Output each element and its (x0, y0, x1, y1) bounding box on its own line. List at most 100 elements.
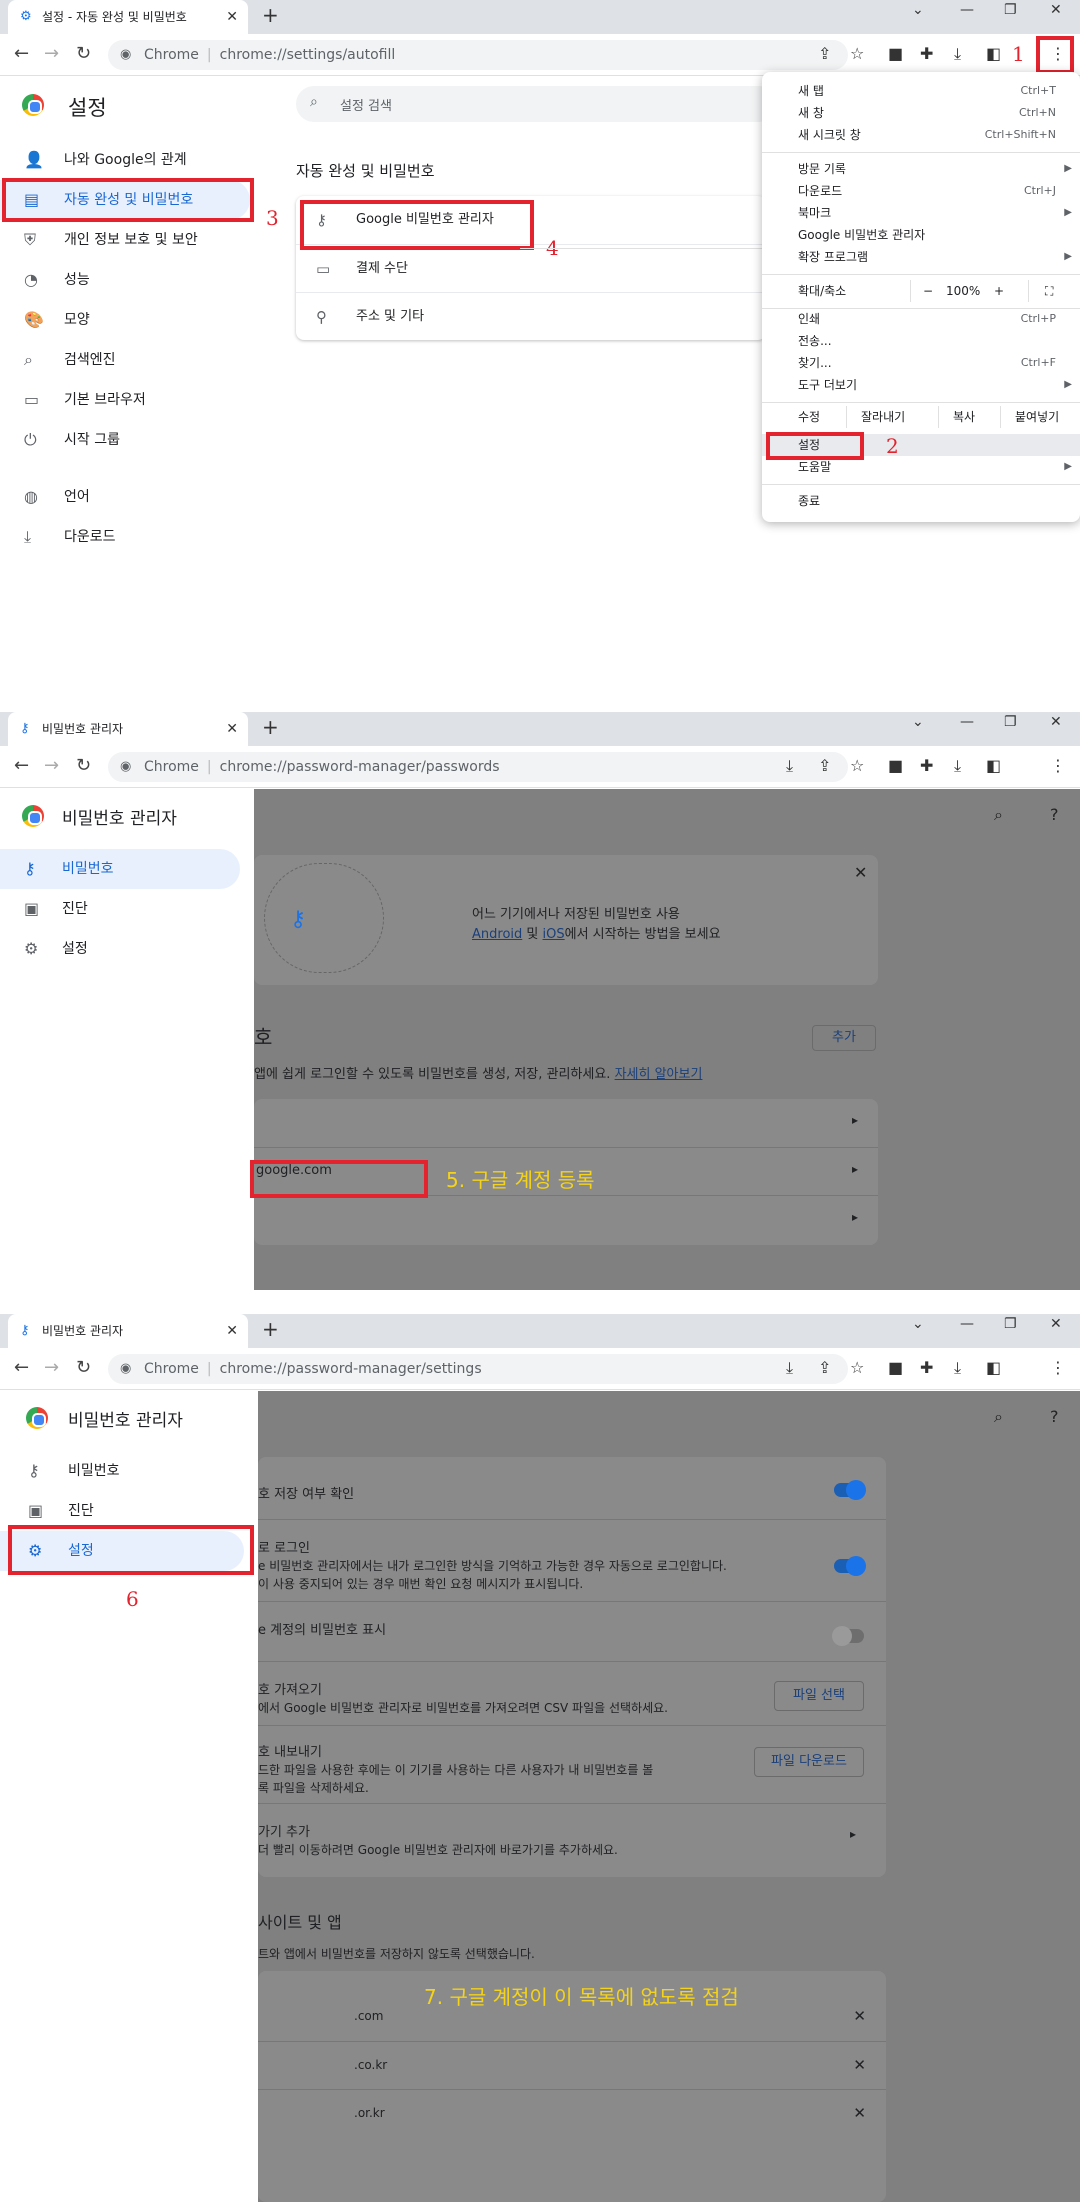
row-payment-methods[interactable]: ▭ 결제 수단 (296, 244, 766, 292)
close-tab-icon[interactable]: ✕ (226, 712, 238, 746)
extensions-icon[interactable]: ✚ (920, 1358, 933, 1377)
download-icon[interactable]: ⤓ (954, 756, 961, 776)
add-password-button[interactable]: 추가 (812, 1025, 876, 1051)
tab-search-icon[interactable]: ⌄ (912, 2, 924, 18)
share-icon[interactable]: ⇪ (818, 756, 831, 775)
restore-icon[interactable]: ❐ (1004, 2, 1017, 18)
back-icon[interactable]: ← (14, 1357, 29, 1378)
bookmark-star-icon[interactable]: ☆ (850, 756, 864, 775)
cut-button[interactable]: 잘라내기 (846, 406, 905, 428)
new-tab-icon[interactable]: + (262, 1317, 279, 1341)
menu-item-history[interactable]: 방문 기록 ▶ (762, 158, 1080, 180)
menu-item-new-tab[interactable]: 새 탭 Ctrl+T (762, 80, 1080, 102)
close-window-icon[interactable]: ✕ (1050, 1316, 1062, 1332)
new-tab-icon[interactable]: + (262, 715, 279, 739)
search-icon[interactable]: ⌕ (994, 805, 1003, 825)
fullscreen-icon[interactable]: ⛶ (1028, 280, 1053, 302)
bookmark-star-icon[interactable]: ☆ (850, 1358, 864, 1377)
back-icon[interactable]: ← (14, 43, 29, 64)
menu-item-new-window[interactable]: 새 창 Ctrl+N (762, 102, 1080, 124)
bookmark-star-icon[interactable]: ☆ (850, 44, 864, 63)
extensions-icon[interactable]: ✚ (920, 44, 933, 63)
offer-save-toggle[interactable] (834, 1480, 866, 1500)
sidebar-item-startup[interactable]: ⏻ 시작 그룹 (0, 420, 250, 460)
settings-search-input[interactable]: ⌕ 설정 검색 (296, 86, 776, 122)
restore-icon[interactable]: ❐ (1004, 714, 1017, 730)
menu-item-find[interactable]: 찾기... Ctrl+F (762, 352, 1080, 374)
sidebar-item-appearance[interactable]: 🎨 모양 (0, 300, 250, 340)
close-tab-icon[interactable]: ✕ (226, 0, 238, 34)
menu-item-downloads[interactable]: 다운로드 Ctrl+J (762, 180, 1080, 202)
zoom-out-button[interactable]: − (910, 280, 933, 302)
sidebar-item-settings[interactable]: ⚙ 설정 (0, 929, 240, 969)
sidebar-item-search-engine[interactable]: ⌕ 검색엔진 (0, 340, 250, 380)
password-row[interactable]: ▸ (254, 1099, 878, 1147)
menu-item-more-tools[interactable]: 도구 더보기 ▶ (762, 374, 1080, 396)
auto-signin-toggle[interactable] (834, 1556, 866, 1576)
side-panel-icon[interactable]: ◧ (986, 44, 1001, 63)
menu-item-password-manager[interactable]: Google 비밀번호 관리자 (762, 224, 1080, 246)
zoom-in-button[interactable]: + (994, 280, 1004, 302)
reload-icon[interactable]: ↻ (76, 755, 91, 776)
sidebar-item-downloads[interactable]: ⤓ 다운로드 (0, 517, 250, 557)
close-icon[interactable]: ✕ (854, 863, 867, 882)
forward-icon[interactable]: → (44, 43, 59, 64)
search-icon[interactable]: ⌕ (994, 1407, 1003, 1427)
menu-item-bookmarks[interactable]: 북마크 ▶ (762, 202, 1080, 224)
tab-search-icon[interactable]: ⌄ (912, 714, 924, 730)
learn-more-link[interactable]: 자세히 알아보기 (615, 1067, 703, 1082)
sidebar-item-privacy[interactable]: ⛨ 개인 정보 보호 및 보안 (0, 220, 250, 260)
menu-item-print[interactable]: 인쇄 Ctrl+P (762, 308, 1080, 330)
sidebar-item-checkup[interactable]: ▣ 진단 (0, 889, 240, 929)
reload-icon[interactable]: ↻ (76, 1357, 91, 1378)
tab-settings[interactable]: ⚙ 설정 - 자동 완성 및 비밀번호 ✕ (8, 0, 248, 34)
sidebar-item-performance[interactable]: ◔ 성능 (0, 260, 250, 300)
close-window-icon[interactable]: ✕ (1050, 714, 1062, 730)
row-addresses[interactable]: ⚲ 주소 및 기타 (296, 292, 766, 340)
password-row[interactable]: ▸ (254, 1195, 878, 1243)
tab-password-manager[interactable]: ⚷ 비밀번호 관리자 ✕ (8, 712, 248, 746)
tab-search-icon[interactable]: ⌄ (912, 1316, 924, 1332)
restore-icon[interactable]: ❐ (1004, 1316, 1017, 1332)
kebab-menu-icon[interactable]: ⋮ (1050, 1358, 1066, 1377)
address-bar[interactable]: ◉ Chrome | chrome://settings/autofill (108, 40, 848, 70)
choose-file-button[interactable]: 파일 선택 (774, 1681, 864, 1711)
download-icon[interactable]: ⤓ (954, 1358, 961, 1378)
download-file-button[interactable]: 파일 다운로드 (754, 1747, 864, 1777)
side-panel-icon[interactable]: ◧ (986, 1358, 1001, 1377)
menu-item-extensions[interactable]: 확장 프로그램 ▶ (762, 246, 1080, 268)
minimize-icon[interactable]: — (960, 2, 974, 18)
share-icon[interactable]: ⇪ (818, 44, 831, 63)
download-icon[interactable]: ⤓ (954, 44, 961, 64)
address-bar[interactable]: ◉ Chrome | chrome://password-manager/setti… (108, 1354, 848, 1384)
show-account-passwords-toggle[interactable] (832, 1626, 864, 1646)
tab-password-manager[interactable]: ⚷ 비밀번호 관리자 ✕ (8, 1314, 248, 1348)
close-tab-icon[interactable]: ✕ (226, 1314, 238, 1348)
chat-icon[interactable]: ■ (888, 44, 903, 63)
minimize-icon[interactable]: — (960, 714, 974, 730)
menu-item-incognito[interactable]: 새 시크릿 창 Ctrl+Shift+N (762, 124, 1080, 146)
chevron-right-icon[interactable]: ▸ (850, 1827, 856, 1841)
back-icon[interactable]: ← (14, 755, 29, 776)
help-icon[interactable]: ? (1050, 1407, 1059, 1426)
menu-item-exit[interactable]: 종료 (762, 490, 1080, 512)
new-tab-icon[interactable]: + (262, 3, 279, 27)
sidebar-item-passwords[interactable]: ⚷ 비밀번호 (0, 1451, 244, 1491)
paste-button[interactable]: 붙여넣기 (1000, 406, 1059, 428)
sidebar-item-passwords[interactable]: ⚷ 비밀번호 (0, 849, 240, 889)
extensions-icon[interactable]: ✚ (920, 756, 933, 775)
chat-icon[interactable]: ■ (888, 756, 903, 775)
remove-icon[interactable]: ✕ (853, 2007, 866, 2025)
side-panel-icon[interactable]: ◧ (986, 756, 1001, 775)
kebab-menu-icon[interactable]: ⋮ (1050, 756, 1066, 775)
chat-icon[interactable]: ■ (888, 1358, 903, 1377)
reload-icon[interactable]: ↻ (76, 43, 91, 64)
close-window-icon[interactable]: ✕ (1050, 2, 1062, 18)
sidebar-item-languages[interactable]: ◍ 언어 (0, 477, 250, 517)
forward-icon[interactable]: → (44, 1357, 59, 1378)
remove-icon[interactable]: ✕ (853, 2056, 866, 2074)
ios-link[interactable]: iOS (543, 927, 565, 942)
android-link[interactable]: Android (472, 927, 522, 942)
sidebar-item-google[interactable]: 👤 나와 Google의 관계 (0, 140, 250, 180)
share-icon[interactable]: ⇪ (818, 1358, 831, 1377)
